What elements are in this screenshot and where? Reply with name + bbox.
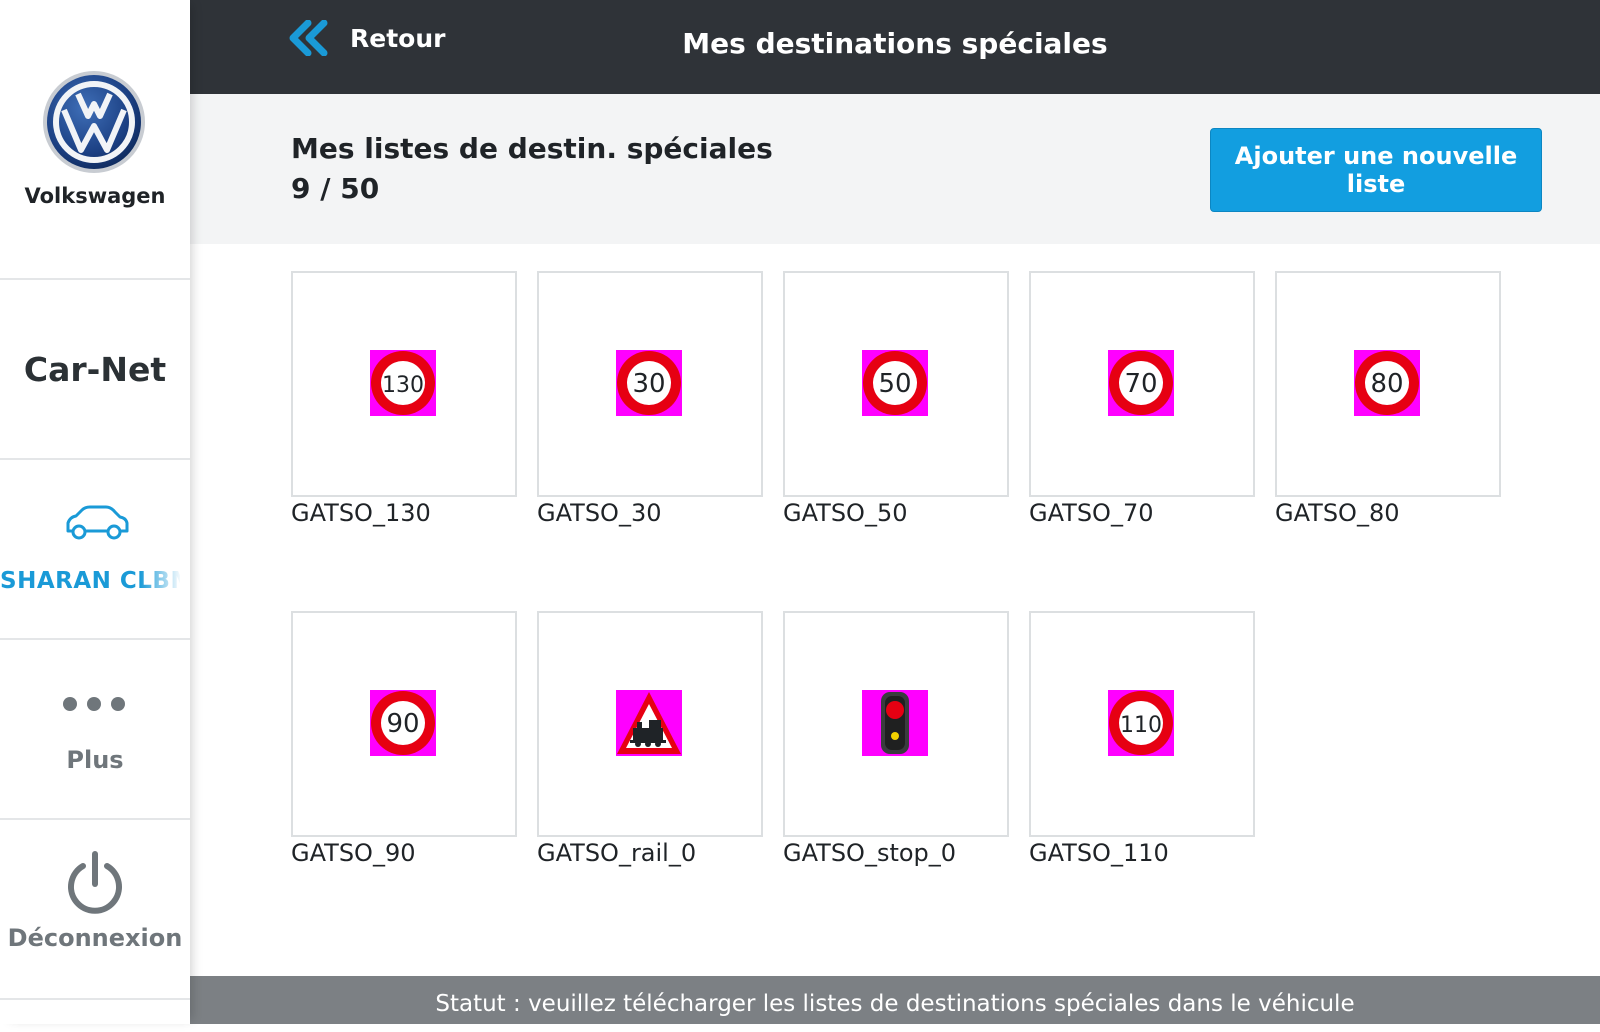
tile-label: GATSO_70 xyxy=(1029,499,1154,527)
more-dots-icon xyxy=(63,697,125,711)
tile-label: GATSO_130 xyxy=(291,499,431,527)
status-bar: Statut : veuillez télécharger les listes… xyxy=(190,976,1600,1024)
brand-name: Volkswagen xyxy=(24,184,166,208)
speed-limit-70-icon: 70 xyxy=(1108,350,1174,416)
tile-frame xyxy=(537,611,763,837)
traffic-light-icon xyxy=(862,690,928,756)
tile-label: GATSO_90 xyxy=(291,839,416,867)
list-summary-bar: Mes listes de destin. spéciales 9 / 50 A… xyxy=(190,94,1600,244)
car-icon xyxy=(66,505,129,540)
app-name: Car-Net xyxy=(23,349,167,389)
sidebar: Volkswagen Car-Net SHARAN CLBM Plus Déco… xyxy=(0,0,190,1024)
tile-label: GATSO_80 xyxy=(1275,499,1400,527)
speed-value: 30 xyxy=(632,369,665,399)
speed-value: 50 xyxy=(878,369,911,399)
speed-value: 90 xyxy=(386,709,419,739)
logout-label: Déconnexion xyxy=(7,924,183,952)
sidebar-item-vehicle[interactable] xyxy=(0,460,190,638)
tile-frame: 90 xyxy=(291,611,517,837)
back-label: Retour xyxy=(350,23,446,53)
tile-label: GATSO_stop_0 xyxy=(783,839,957,867)
speed-value: 110 xyxy=(1120,713,1162,738)
tile-frame: 80 xyxy=(1275,271,1501,497)
list-section-title: Mes listes de destin. spéciales xyxy=(291,132,773,165)
tile-frame: 50 xyxy=(783,271,1009,497)
tile-frame: 130 xyxy=(291,271,517,497)
tile-frame: 70 xyxy=(1029,271,1255,497)
volkswagen-logo-icon xyxy=(43,71,145,173)
speed-limit-130-icon: 130 xyxy=(370,350,436,416)
speed-value: 130 xyxy=(382,373,424,398)
speed-limit-80-icon: 80 xyxy=(1354,350,1420,416)
list-count: 9 / 50 xyxy=(291,172,380,205)
speed-limit-110-icon: 110 xyxy=(1108,690,1174,756)
railway-crossing-icon xyxy=(616,690,682,756)
tile-label: GATSO_30 xyxy=(537,499,662,527)
vehicle-name-fade xyxy=(140,568,182,600)
tile-frame: 110 xyxy=(1029,611,1255,837)
more-label: Plus xyxy=(66,746,124,774)
double-chevron-left-icon xyxy=(289,20,328,56)
power-icon xyxy=(68,851,122,914)
sidebar-item-more[interactable] xyxy=(0,640,190,818)
speed-limit-90-icon: 90 xyxy=(370,690,436,756)
speed-limit-50-icon: 50 xyxy=(862,350,928,416)
tile-label: GATSO_rail_0 xyxy=(537,839,697,867)
tile-frame xyxy=(783,611,1009,837)
speed-value: 70 xyxy=(1124,369,1157,399)
top-header: Mes destinations spéciales Retour xyxy=(190,0,1600,94)
speed-limit-30-icon: 30 xyxy=(616,350,682,416)
speed-value: 80 xyxy=(1370,369,1403,399)
add-new-list-button[interactable]: Ajouter une nouvelle liste xyxy=(1210,128,1542,212)
sidebar-divider xyxy=(0,998,190,1000)
tile-label: GATSO_110 xyxy=(1029,839,1169,867)
tile-frame: 30 xyxy=(537,271,763,497)
brand-block: Volkswagen xyxy=(0,0,190,278)
back-button[interactable]: Retour xyxy=(288,18,445,58)
tile-label: GATSO_50 xyxy=(783,499,908,527)
